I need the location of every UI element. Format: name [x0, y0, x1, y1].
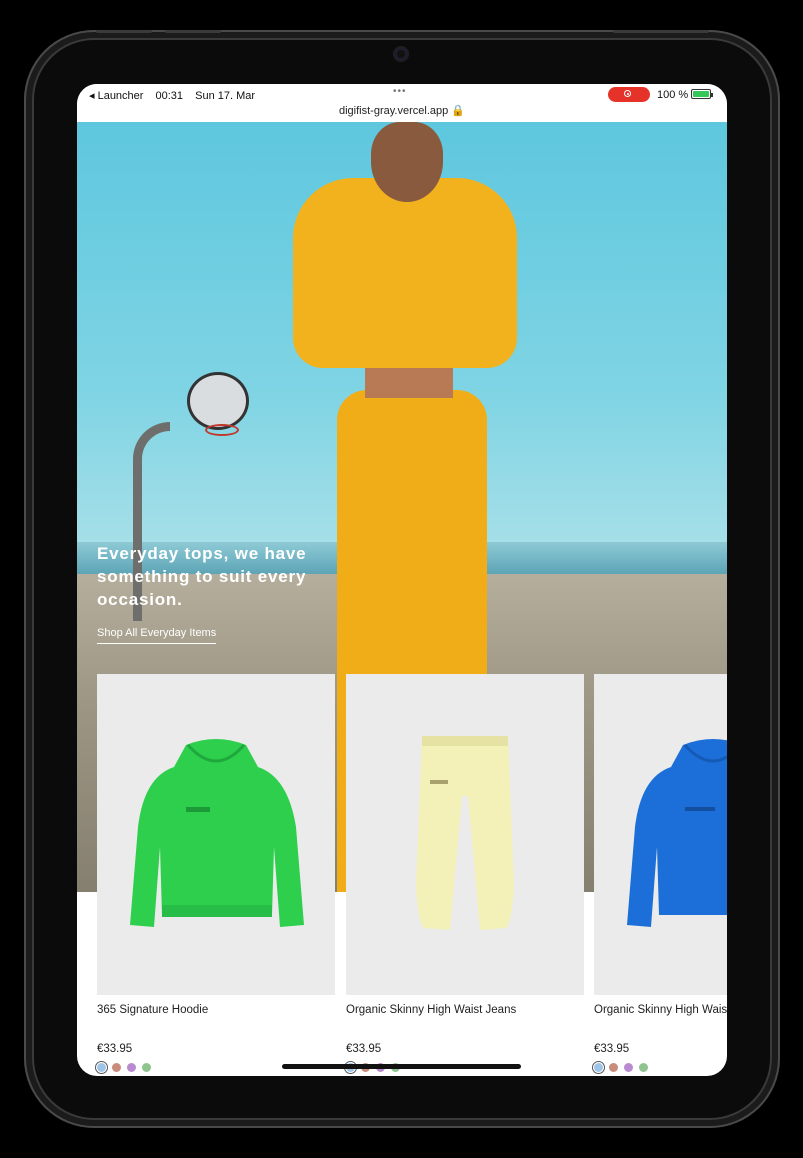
- hardware-button: [96, 30, 152, 33]
- hardware-button: [165, 30, 221, 33]
- product-card[interactable]: Organic Skinny High Waist Jeans €33.95: [346, 674, 584, 1073]
- yellow-sweatpants-image: [416, 736, 514, 930]
- product-image[interactable]: [97, 674, 335, 995]
- product-image[interactable]: [594, 674, 727, 995]
- swatch-blue[interactable]: [97, 1063, 106, 1072]
- status-date: Sun 17. Mar: [195, 90, 256, 102]
- battery-icon: [691, 89, 713, 99]
- swatch-purple[interactable]: [624, 1063, 633, 1072]
- address-url[interactable]: digifist-gray.vercel.app 🔒: [77, 104, 727, 117]
- swatch-green[interactable]: [639, 1063, 648, 1072]
- product-price: €33.95: [346, 1043, 382, 1055]
- product-image[interactable]: [346, 674, 584, 995]
- model-head: [371, 122, 443, 202]
- back-to-launcher[interactable]: ◂ Launcher: [89, 90, 143, 102]
- home-indicator[interactable]: [282, 1064, 521, 1069]
- swatch-purple[interactable]: [127, 1063, 136, 1072]
- basketball-rim: [205, 424, 239, 436]
- status-bar: ◂ Launcher 00:31 Sun 17. Mar ••• digifis…: [77, 84, 727, 122]
- green-hoodie-image: [130, 739, 304, 927]
- product-card[interactable]: Organic Skinny High Waist Jeans €33.95: [594, 674, 727, 1073]
- screen-recording-icon[interactable]: [608, 87, 650, 102]
- product-name[interactable]: 365 Signature Hoodie: [97, 1004, 335, 1016]
- status-time: 00:31: [155, 90, 184, 102]
- color-swatches: [594, 1063, 727, 1073]
- product-name[interactable]: Organic Skinny High Waist Jeans: [346, 1004, 584, 1016]
- blue-hoodie-image: [627, 739, 727, 927]
- hero-title: Everyday tops, we have something to suit…: [97, 544, 307, 609]
- product-carousel[interactable]: 365 Signature Hoodie €33.95 Organic Skin…: [97, 674, 727, 1076]
- basketball-backboard: [187, 372, 249, 430]
- shop-all-link[interactable]: Shop All Everyday Items: [97, 627, 217, 644]
- model-hoodie: [293, 178, 517, 368]
- battery-percentage: 100 %: [657, 89, 689, 101]
- product-price: €33.95: [97, 1043, 133, 1055]
- product-price: €33.95: [594, 1043, 630, 1055]
- swatch-green[interactable]: [142, 1063, 151, 1072]
- product-card[interactable]: 365 Signature Hoodie €33.95: [97, 674, 335, 1073]
- product-name[interactable]: Organic Skinny High Waist Jeans: [594, 1004, 727, 1016]
- hero-copy: Everyday tops, we have something to suit…: [97, 542, 347, 644]
- front-camera: [394, 47, 408, 61]
- multitasking-dots-icon[interactable]: •••: [393, 86, 407, 97]
- power-button: [613, 30, 709, 33]
- screen: ◂ Launcher 00:31 Sun 17. Mar ••• digifis…: [77, 84, 727, 1076]
- swatch-rose[interactable]: [112, 1063, 121, 1072]
- swatch-blue[interactable]: [594, 1063, 603, 1072]
- swatch-rose[interactable]: [609, 1063, 618, 1072]
